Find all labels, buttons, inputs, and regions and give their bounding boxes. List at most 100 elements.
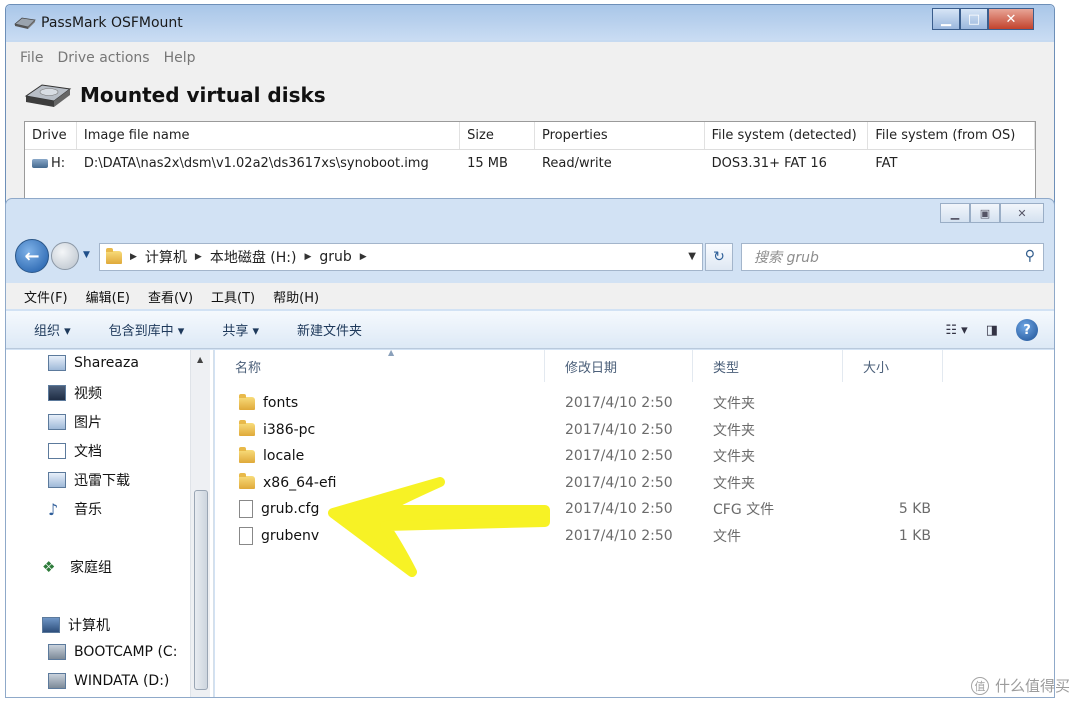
nav-item-music[interactable]: ♪ 音乐 [48, 499, 102, 519]
search-icon[interactable]: ⚲ [1025, 248, 1035, 264]
file-size [843, 470, 945, 496]
list-item[interactable]: grub.cfg 2017/4/10 2:50 CFG 文件 5 KB [215, 496, 1054, 522]
list-item[interactable]: i386-pc 2017/4/10 2:50 文件夹 [215, 417, 1054, 443]
osfmount-window: PassMark OSFMount ▁ □ ✕ File Drive actio… [5, 4, 1055, 211]
back-button[interactable]: ← [15, 239, 49, 273]
col-size[interactable]: Size [460, 122, 535, 149]
minimize-button[interactable]: ▁ [940, 203, 970, 223]
search-input[interactable]: 搜索 grub ⚲ [741, 243, 1044, 271]
nav-item-label: 音乐 [74, 502, 102, 518]
file-name-cell: i386-pc [215, 417, 545, 443]
file-size [843, 417, 945, 443]
table-row[interactable]: H: D:\DATA\nas2x\dsm\v1.02a2\ds3617xs\sy… [25, 150, 1035, 176]
navigation-pane: Shareaza 视频 图片 文档 迅雷下载 ♪ 音乐 ❖ 家庭组 计算机 BOOT… [6, 350, 214, 697]
list-item[interactable]: grubenv 2017/4/10 2:50 文件 1 KB [215, 523, 1054, 549]
nav-item-thunder-downloads[interactable]: 迅雷下载 [48, 470, 130, 490]
col-properties[interactable]: Properties [535, 122, 705, 149]
document-library-icon [48, 443, 66, 459]
menu-file[interactable]: File [20, 50, 43, 66]
chevron-right-icon[interactable]: ▶ [195, 252, 202, 262]
nav-item-documents[interactable]: 文档 [48, 441, 102, 461]
nav-item-drive-d[interactable]: WINDATA (D:) [48, 673, 169, 689]
refresh-button[interactable]: ↻ [705, 243, 733, 271]
file-name-cell: grub.cfg [215, 496, 545, 522]
col-size[interactable]: 大小 [843, 350, 943, 382]
osfmount-window-controls: ▁ □ ✕ [932, 8, 1034, 30]
minimize-button[interactable]: ▁ [932, 8, 960, 30]
fs-detected-cell: DOS3.31+ FAT 16 [711, 155, 827, 171]
file-type: 文件夹 [713, 449, 755, 466]
chevron-right-icon[interactable]: ▶ [304, 252, 311, 262]
nav-item-drive-c[interactable]: BOOTCAMP (C: [48, 644, 177, 660]
scrollbar-thumb[interactable] [194, 490, 208, 690]
col-fs-os[interactable]: File system (from OS) [868, 122, 1035, 149]
view-controls: ☷ ▾ ◨ ? [945, 319, 1038, 341]
maximize-button[interactable]: □ [960, 8, 988, 30]
breadcrumb-computer[interactable]: 计算机 [145, 247, 187, 267]
size-cell: 15 MB [467, 155, 508, 171]
maximize-button[interactable]: ▣ [970, 203, 1000, 223]
folder-icon [239, 473, 255, 490]
menu-tools[interactable]: 工具(T) [211, 287, 255, 306]
chevron-right-icon[interactable]: ▶ [130, 252, 137, 262]
list-item[interactable]: x86_64-efi 2017/4/10 2:50 文件夹 [215, 470, 1054, 496]
image-cell: D:\DATA\nas2x\dsm\v1.02a2\ds3617xs\synob… [83, 155, 429, 171]
menu-drive-actions[interactable]: Drive actions [57, 50, 149, 66]
new-folder-button[interactable]: 新建文件夹 [297, 320, 362, 339]
close-button[interactable]: ✕ [1000, 203, 1044, 223]
command-bar: 组织 ▾ 包含到库中 ▾ 共享 ▾ 新建文件夹 ☷ ▾ ◨ ? [6, 311, 1054, 349]
menu-edit[interactable]: 编辑(E) [86, 287, 130, 306]
nav-scrollbar[interactable]: ▲ [190, 350, 210, 697]
nav-item-computer[interactable]: 计算机 [42, 615, 110, 635]
osfmount-title-bar[interactable]: PassMark OSFMount ▁ □ ✕ [6, 5, 1054, 40]
col-date-modified[interactable]: 修改日期 [545, 350, 693, 382]
share-button[interactable]: 共享 ▾ [222, 320, 259, 339]
organize-button[interactable]: 组织 ▾ [34, 320, 71, 339]
include-in-library-button[interactable]: 包含到库中 ▾ [109, 320, 185, 339]
breadcrumb-drive-h[interactable]: 本地磁盘 (H:) [210, 247, 297, 267]
list-item[interactable]: fonts 2017/4/10 2:50 文件夹 [215, 390, 1054, 416]
col-drive[interactable]: Drive [25, 122, 77, 149]
mounted-disks-title: Mounted virtual disks [80, 83, 326, 107]
file-size [843, 390, 945, 416]
scroll-up-icon[interactable]: ▲ [197, 355, 203, 364]
nav-item-pictures[interactable]: 图片 [48, 412, 102, 432]
watermark-text: 什么值得买 [994, 677, 1070, 695]
help-icon[interactable]: ? [1016, 319, 1038, 341]
file-date: 2017/4/10 2:50 [565, 474, 673, 491]
chevron-right-icon[interactable]: ▶ [360, 252, 367, 262]
close-button[interactable]: ✕ [988, 8, 1034, 30]
col-fs-detected[interactable]: File system (detected) [705, 122, 869, 149]
file-date: 2017/4/10 2:50 [565, 395, 673, 411]
menu-help[interactable]: 帮助(H) [273, 287, 319, 306]
folder-icon [239, 393, 255, 410]
nav-item-label: BOOTCAMP (C: [74, 644, 178, 660]
breadcrumb-grub[interactable]: grub [319, 249, 351, 265]
file-name: grub.cfg [261, 501, 320, 518]
address-dropdown-icon[interactable]: ▼ [688, 251, 696, 262]
file-name-cell: grubenv [215, 523, 545, 549]
nav-item-videos[interactable]: 视频 [48, 383, 102, 403]
address-bar[interactable]: ▶ 计算机 ▶ 本地磁盘 (H:) ▶ grub ▶ ▼ [99, 243, 703, 271]
nav-item-label: Shareaza [74, 355, 139, 371]
history-dropdown-icon[interactable]: ▼ [83, 250, 90, 260]
nav-item-shareaza[interactable]: Shareaza [48, 355, 139, 371]
list-item[interactable]: locale 2017/4/10 2:50 文件夹 [215, 443, 1054, 469]
nav-item-homegroup[interactable]: ❖ 家庭组 [42, 557, 112, 577]
forward-button[interactable] [51, 242, 79, 270]
folder-icon [239, 420, 255, 437]
hard-disk-icon [14, 17, 36, 29]
explorer-menu-bar: 文件(F) 编辑(E) 查看(V) 工具(T) 帮助(H) [6, 283, 1054, 309]
mounted-disks-header: Mounted virtual disks [24, 80, 326, 110]
file-date: 2017/4/10 2:50 [565, 448, 673, 465]
menu-file[interactable]: 文件(F) [24, 287, 68, 306]
menu-help[interactable]: Help [164, 50, 196, 66]
col-name[interactable]: 名称 [215, 350, 545, 382]
file-name-cell: fonts [215, 390, 545, 416]
menu-view[interactable]: 查看(V) [148, 287, 193, 306]
view-options-icon[interactable]: ☷ ▾ [945, 323, 967, 338]
col-type[interactable]: 类型 [693, 350, 843, 382]
file-date: 2017/4/10 2:50 [565, 501, 673, 518]
preview-pane-icon[interactable]: ◨ [986, 323, 998, 338]
col-image-file[interactable]: Image file name [77, 122, 461, 149]
